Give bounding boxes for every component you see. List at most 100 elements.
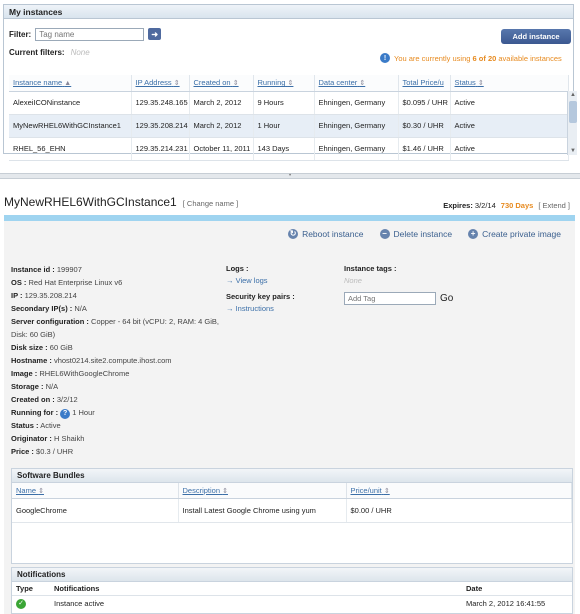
col-status[interactable]: Status ⇕ [450, 75, 569, 92]
cell-notification: Instance active [54, 599, 105, 609]
prop-disk: Disk size : 60 GiB [11, 343, 73, 352]
sort-icon: ⇕ [383, 487, 390, 495]
sort-icon: ⇕ [222, 487, 228, 495]
cell-price: $0.095 / UHR [398, 91, 451, 115]
add-tag-input[interactable] [344, 292, 436, 305]
scroll-down-icon[interactable]: ▼ [569, 147, 577, 155]
prop-hostname: Hostname : vhost0214.site2.compute.ihost… [11, 356, 172, 365]
delete-instance-button[interactable]: − Delete instance [379, 229, 452, 239]
current-filters: Current filters: None [9, 48, 90, 57]
prop-running: Running for : ? 1 Hour [11, 408, 95, 419]
col-instance-name[interactable]: Instance name ▲ [9, 75, 132, 92]
filter-go-button[interactable]: ➜ [148, 28, 162, 40]
view-logs-link[interactable]: → View logs [226, 276, 268, 285]
col-date: Date [462, 582, 572, 596]
usage-notice: ! You are currently using 6 of 20 availa… [380, 53, 562, 63]
filter-label: Filter: [9, 29, 32, 39]
col-name[interactable]: Name ⇕ [12, 483, 179, 499]
logs-label: Logs : [226, 264, 249, 273]
software-table: Name ⇕ Description ⇕ Price/unit ⇕ Google… [12, 483, 572, 523]
col-notifications: Notifications [50, 582, 462, 596]
col-description[interactable]: Description ⇕ [178, 483, 347, 499]
info-icon: ! [380, 53, 390, 63]
plus-icon: + [468, 229, 479, 239]
cell-status: Active [450, 91, 569, 115]
prop-price: Price : $0.3 / UHR [11, 447, 74, 456]
col-total-price[interactable]: Total Price/u [398, 75, 451, 92]
cell-ip: 129.35.208.214 [131, 114, 190, 138]
table-row-selected[interactable]: MyNewRHEL6WithGCInstance1 129.35.208.214… [9, 114, 569, 138]
add-instance-button[interactable]: Add instance [501, 29, 571, 44]
cell-date: March 2, 2012 16:41:55 [466, 599, 546, 609]
usage-prefix: You are currently using [394, 53, 473, 63]
col-running[interactable]: Running ⇕ [253, 75, 315, 92]
cell-created: March 2, 2012 [189, 114, 254, 138]
col-created-on[interactable]: Created on ⇕ [189, 75, 254, 92]
instructions-link[interactable]: → Instructions [226, 304, 274, 313]
info-icon[interactable]: ? [60, 408, 71, 419]
col-type: Type [12, 582, 50, 596]
cell-ip: 129.35.248.165 [131, 91, 190, 115]
table-header-row: Type Notifications Date [12, 582, 572, 596]
table-header-row: Name ⇕ Description ⇕ Price/unit ⇕ [12, 483, 572, 499]
cell-name: MyNewRHEL6WithGCInstance1 [9, 114, 132, 138]
col-data-center[interactable]: Data center ⇕ [314, 75, 399, 92]
extend-link[interactable]: [ Extend ] [538, 201, 570, 210]
cell-price: $0.00 / UHR [346, 498, 572, 523]
go-button[interactable]: Go [440, 293, 453, 305]
create-private-image-button[interactable]: + Create private image [468, 229, 561, 239]
instance-title: MyNewRHEL6WithGCInstance1 [4, 195, 177, 209]
prop-status: Status : Active [11, 421, 61, 430]
tags-none: None [344, 276, 362, 285]
scroll-up-icon[interactable]: ▲ [569, 91, 577, 99]
table-row[interactable]: GoogleChrome Install Latest Google Chrom… [12, 498, 572, 523]
prop-instance-id: Instance id : 199907 [11, 265, 82, 274]
reboot-instance-button[interactable]: ↻ Reboot instance [288, 229, 364, 239]
table-row: ✓ Instance active March 2, 2012 16:41:55 [12, 595, 572, 612]
cell-status: Active [450, 114, 569, 138]
table-scrollbar[interactable]: ▲ ▼ [567, 91, 577, 155]
prop-server-config: Server configuration : Copper - 64 bit (… [11, 317, 219, 339]
cell-running: 143 Days [253, 137, 315, 161]
filter-input[interactable] [35, 27, 145, 41]
prop-os: OS : Red Hat Enterprise Linux v6 [11, 278, 123, 287]
table-row[interactable]: RHEL_56_EHN 129.35.214.231 October 11, 2… [9, 137, 569, 161]
expires-days: 730 Days [500, 201, 534, 210]
table-header-row: Instance name ▲ IP Address ⇕ Created on … [9, 75, 569, 92]
instance-tags-section: Instance tags : None Go [344, 263, 453, 305]
expires-date: 3/2/14 [474, 201, 496, 210]
detail-header: MyNewRHEL6WithGCInstance1 [ Change name ] [4, 195, 238, 209]
prop-image: Image : RHEL6WithGoogleChrome [11, 369, 130, 378]
software-bundles-section: Software Bundles Name ⇕ Description ⇕ Pr… [11, 468, 573, 564]
cell-name: AlexeiICONinstance [9, 91, 132, 115]
cell-datacenter: Ehningen, Germany [314, 137, 399, 161]
col-ip-address[interactable]: IP Address ⇕ [131, 75, 190, 92]
filter-row: Filter: ➜ [9, 26, 162, 42]
change-name-link[interactable]: [ Change name ] [183, 199, 238, 208]
notifications-table: Type Notifications Date ✓ Instance activ… [12, 582, 572, 612]
cell-ip: 129.35.214.231 [131, 137, 190, 161]
pane-splitter[interactable]: • [0, 173, 580, 179]
cell-datacenter: Ehningen, Germany [314, 91, 399, 115]
software-bundles-title: Software Bundles [12, 469, 572, 483]
cell-created: March 2, 2012 [189, 91, 254, 115]
expires-info: Expires: 3/2/14 730 Days [ Extend ] [443, 201, 570, 210]
table-row[interactable]: AlexeiICONinstance 129.35.248.165 March … [9, 91, 569, 115]
col-price-unit[interactable]: Price/unit ⇕ [346, 483, 572, 499]
sort-icon: ⇕ [477, 80, 484, 88]
sort-icon: ⇕ [173, 80, 180, 88]
logs-keys-section: Logs : → View logs Security key pairs : … [226, 263, 295, 315]
usage-count: 6 of 20 [472, 53, 497, 63]
current-filters-label: Current filters: [9, 48, 65, 57]
cell-name: RHEL_56_EHN [9, 137, 132, 161]
cell-created: October 11, 2011 [189, 137, 254, 161]
tags-label: Instance tags : [344, 264, 397, 273]
sort-icon: ⇕ [359, 80, 366, 88]
minus-icon: − [379, 229, 390, 239]
scroll-thumb[interactable] [569, 101, 577, 123]
sort-icon: ⇕ [287, 80, 294, 88]
instances-table: Instance name ▲ IP Address ⇕ Created on … [9, 75, 569, 161]
cell-status: Active [450, 137, 569, 161]
cell-running: 9 Hours [253, 91, 315, 115]
sort-asc-icon: ▲ [64, 80, 72, 88]
